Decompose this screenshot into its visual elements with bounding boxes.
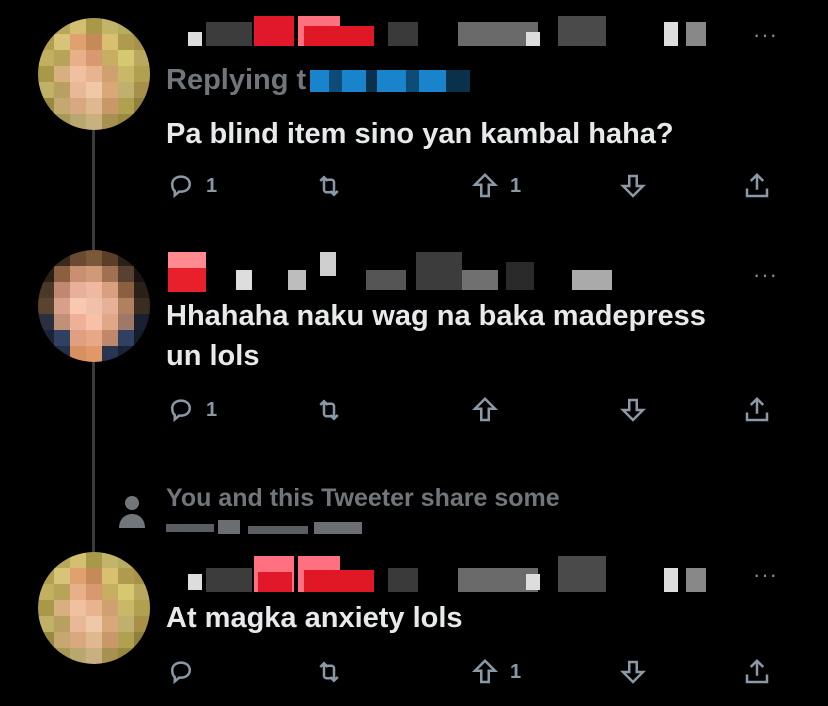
upvote-button[interactable]: 1	[470, 656, 521, 688]
downvote-icon	[619, 660, 647, 684]
tweet[interactable]: ··· Hhahaha naku wag na baka madepress u…	[0, 240, 828, 450]
upvote-icon	[471, 396, 499, 422]
reply-icon	[170, 399, 192, 423]
reply-button[interactable]: 1	[166, 394, 217, 426]
more-icon[interactable]: ···	[753, 564, 778, 586]
retweet-button[interactable]	[314, 170, 344, 202]
tweet-text: Pa blind item sino yan kambal haha?	[166, 118, 674, 150]
avatar[interactable]	[38, 18, 150, 130]
share-button[interactable]	[742, 170, 772, 202]
share-icon	[745, 396, 769, 422]
person-icon	[119, 496, 145, 528]
reply-button[interactable]	[166, 656, 196, 688]
reply-icon	[170, 661, 192, 685]
tweet-actions: 1	[166, 394, 786, 426]
upvote-count: 1	[510, 660, 522, 683]
replying-to: Replying t	[166, 64, 471, 97]
downvote-button[interactable]	[618, 170, 648, 202]
mutual-follows-notice-cutoff	[166, 520, 376, 536]
mutual-follows-notice: You and this Tweeter share some	[166, 484, 560, 512]
reply-button[interactable]: 1	[166, 170, 217, 202]
tweet-text: At magka anxiety lols	[166, 602, 463, 634]
redacted-username[interactable]	[166, 252, 726, 292]
redacted-username[interactable]	[166, 556, 726, 592]
upvote-button[interactable]	[470, 394, 500, 426]
share-button[interactable]	[742, 394, 772, 426]
reply-icon	[170, 175, 192, 199]
upvote-icon	[471, 172, 499, 198]
more-icon[interactable]: ···	[753, 264, 778, 286]
downvote-icon	[619, 398, 647, 422]
upvote-count: 1	[510, 174, 522, 197]
reply-prefix: Replying t	[166, 64, 307, 96]
downvote-button[interactable]	[618, 394, 648, 426]
tweet-text-line: un lols	[166, 340, 260, 372]
redacted-reply-handle[interactable]	[310, 70, 471, 93]
retweet-icon	[319, 399, 339, 421]
retweet-button[interactable]	[314, 394, 344, 426]
redacted-username[interactable]	[166, 16, 726, 46]
retweet-button[interactable]	[314, 656, 344, 688]
retweet-icon	[319, 175, 339, 197]
tweet-text: Hhahaha naku wag na baka madepress un lo…	[166, 296, 786, 376]
more-icon[interactable]: ···	[753, 24, 778, 46]
retweet-icon	[319, 661, 339, 683]
share-icon	[745, 172, 769, 198]
tweet[interactable]: ··· Replying t Pa blind item sino yan ka…	[0, 0, 828, 220]
share-icon	[745, 658, 769, 684]
avatar[interactable]	[38, 250, 150, 362]
downvote-button[interactable]	[618, 656, 648, 688]
tweet-actions: 1	[166, 656, 786, 688]
tweet[interactable]: ··· At magka anxiety lols 1	[0, 548, 828, 706]
upvote-button[interactable]: 1	[470, 170, 521, 202]
downvote-icon	[619, 174, 647, 198]
avatar[interactable]	[38, 552, 150, 664]
reply-count: 1	[206, 174, 218, 197]
upvote-icon	[471, 658, 499, 684]
share-button[interactable]	[742, 656, 772, 688]
tweet-actions: 1 1	[166, 170, 786, 202]
tweet-text-line: Hhahaha naku wag na baka madepress	[166, 300, 706, 332]
reply-count: 1	[206, 398, 218, 421]
